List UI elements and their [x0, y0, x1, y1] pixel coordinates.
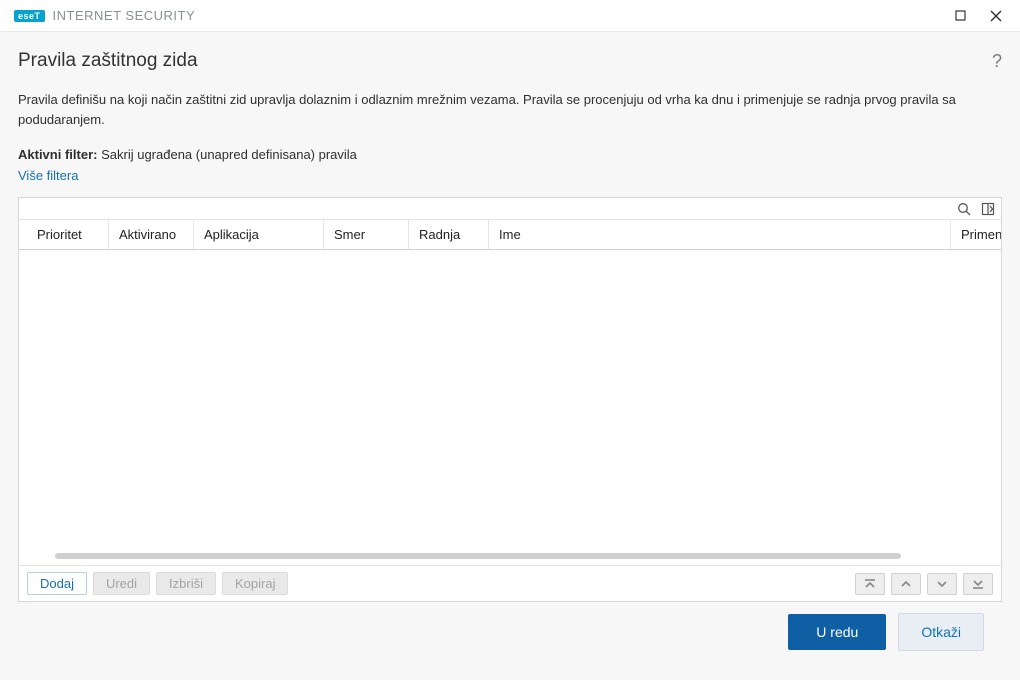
search-icon	[957, 202, 971, 216]
cancel-button[interactable]: Otkaži	[898, 613, 984, 651]
columns-button[interactable]	[979, 200, 997, 218]
ok-button[interactable]: U redu	[788, 614, 886, 650]
help-button[interactable]: ?	[992, 51, 1002, 72]
column-header-aplikacija[interactable]: Aplikacija	[194, 220, 324, 249]
column-header-aktivirano[interactable]: Aktivirano	[109, 220, 194, 249]
table-toolbar	[19, 198, 1001, 220]
move-up-button[interactable]	[891, 573, 921, 595]
page-description: Pravila definišu na koji način zaštitni …	[18, 90, 988, 129]
column-header-primen[interactable]: Primen	[951, 220, 1001, 249]
move-bottom-button[interactable]	[963, 573, 993, 595]
edit-button[interactable]: Uredi	[93, 572, 150, 595]
content-area: Pravila zaštitnog zida ? Pravila definiš…	[0, 32, 1020, 680]
arrow-down-icon	[935, 577, 949, 591]
delete-button[interactable]: Izbriši	[156, 572, 216, 595]
maximize-button[interactable]	[942, 2, 978, 30]
search-button[interactable]	[955, 200, 973, 218]
active-filter-line: Aktivni filter: Sakrij ugrađena (unapred…	[18, 147, 1002, 162]
close-button[interactable]	[978, 2, 1014, 30]
table-header-row: Prioritet Aktivirano Aplikacija Smer Rad…	[19, 220, 1001, 250]
page-title: Pravila zaštitnog zida	[18, 50, 992, 72]
move-down-button[interactable]	[927, 573, 957, 595]
brand-product-name: INTERNET SECURITY	[53, 8, 196, 23]
copy-button[interactable]: Kopiraj	[222, 572, 288, 595]
close-icon	[990, 10, 1002, 22]
add-button[interactable]: Dodaj	[27, 572, 87, 595]
column-header-radnja[interactable]: Radnja	[409, 220, 489, 249]
columns-icon	[981, 202, 995, 216]
maximize-icon	[955, 10, 966, 21]
more-filters-link[interactable]: Više filtera	[18, 168, 1002, 183]
active-filter-value: Sakrij ugrađena (unapred definisana) pra…	[101, 147, 357, 162]
dialog-button-bar: U redu Otkaži	[18, 602, 1002, 662]
rules-table: Prioritet Aktivirano Aplikacija Smer Rad…	[18, 197, 1002, 602]
table-body	[19, 250, 1001, 565]
column-header-prioritet[interactable]: Prioritet	[19, 220, 109, 249]
table-actions-bar: Dodaj Uredi Izbriši Kopiraj	[19, 565, 1001, 601]
page-header: Pravila zaštitnog zida ?	[18, 50, 1002, 72]
brand-badge: eseT	[14, 10, 45, 22]
arrow-top-icon	[863, 577, 877, 591]
title-bar: eseT INTERNET SECURITY	[0, 0, 1020, 32]
scrollbar-thumb[interactable]	[55, 553, 901, 559]
arrow-bottom-icon	[971, 577, 985, 591]
main-window: eseT INTERNET SECURITY Pravila zaštitnog…	[0, 0, 1020, 680]
column-header-smer[interactable]: Smer	[324, 220, 409, 249]
horizontal-scrollbar[interactable]	[55, 553, 901, 559]
arrow-up-icon	[899, 577, 913, 591]
column-header-ime[interactable]: Ime	[489, 220, 951, 249]
active-filter-label: Aktivni filter:	[18, 147, 97, 162]
move-top-button[interactable]	[855, 573, 885, 595]
